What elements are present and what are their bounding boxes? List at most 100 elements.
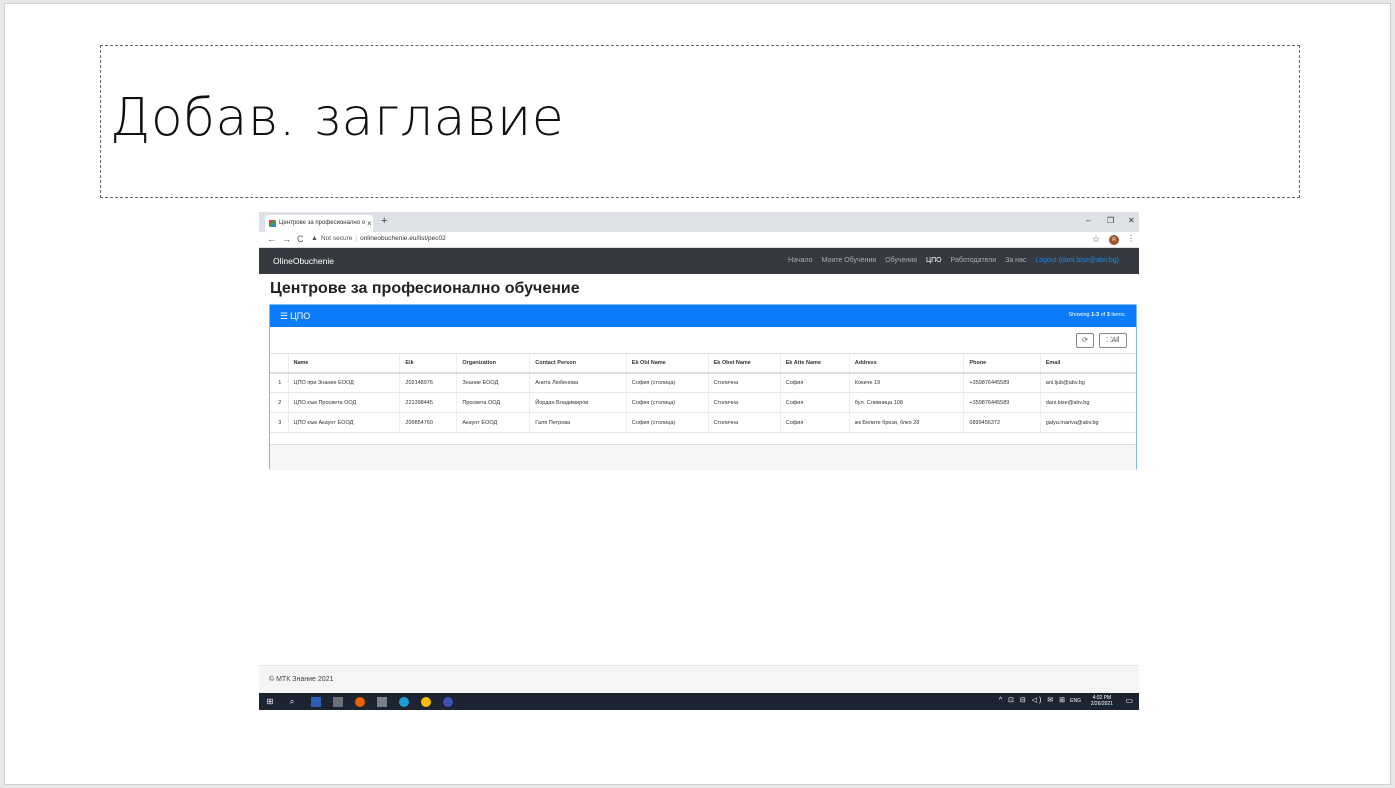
slide: Добав. заглавие Центрове за професионалн…: [4, 3, 1391, 785]
browser-app-icon[interactable]: [443, 697, 453, 707]
col-header-index: [270, 353, 288, 374]
list-icon: ☰: [280, 311, 289, 321]
app-navbar: OlineObuchenie Начало Моите Обучения Обу…: [259, 248, 1139, 274]
grid-summary: Showing 1-3 of 3 items.: [1068, 312, 1126, 318]
favicon-icon: [269, 220, 276, 227]
windows-taskbar: ⊞ ⌕ ^ ⊡ ⊟ ◁) ✉ ⊞ ENG 4:02 PM 2/26/2021 ▭: [259, 693, 1139, 710]
nav-links: Начало Моите Обучения Обучения ЦПО Работ…: [781, 257, 1119, 264]
search-icon[interactable]: ⌕: [287, 697, 297, 707]
calculator-icon[interactable]: [333, 697, 343, 707]
url-field[interactable]: ▲ Not secure | onlineobuchenie.eu/list/pec0…: [311, 235, 446, 242]
table-cell: 1: [270, 372, 288, 393]
edge-icon[interactable]: [399, 697, 409, 707]
col-header-name[interactable]: Name: [287, 353, 400, 374]
table-cell: ЦПО при Знание ЕООД: [287, 372, 400, 393]
table-cell: 2: [270, 392, 288, 413]
table-cell: Столична: [707, 392, 781, 413]
nav-link-about[interactable]: За нас: [1005, 257, 1026, 264]
security-label: Not secure: [320, 235, 353, 242]
table-cell: 221398445: [399, 392, 457, 413]
warning-icon: ▲: [311, 235, 318, 242]
table-cell: Столична: [707, 372, 781, 393]
refresh-button[interactable]: ⟳: [1076, 333, 1094, 348]
table-cell: 0899456372: [963, 412, 1041, 433]
close-tab-icon[interactable]: ×: [367, 219, 372, 228]
table-row[interactable]: 1 ЦПО при Знание ЕООД 202148976 Знание ЕООД…: [270, 372, 1136, 393]
app-icon[interactable]: [377, 697, 387, 707]
table-cell: София: [779, 412, 850, 433]
table-cell: София (столица): [625, 372, 709, 393]
word-icon[interactable]: [311, 697, 321, 707]
bookmark-star-icon[interactable]: ☆: [1092, 234, 1100, 245]
table-cell: Йордан Владимиров: [529, 392, 627, 413]
table-cell: бул. Сливница 108: [848, 392, 964, 413]
profile-avatar[interactable]: R: [1109, 235, 1119, 245]
minimize-icon[interactable]: –: [1086, 216, 1090, 225]
col-header-phone[interactable]: Phone: [963, 353, 1041, 374]
col-header-atte[interactable]: Ek Atte Name: [779, 353, 850, 374]
data-table: Name Eik Organization Contact Person Ek …: [270, 353, 1136, 433]
nav-link-cpo[interactable]: ЦПО: [926, 257, 942, 264]
page-title: Центрове за професионално обучение: [270, 280, 580, 297]
browser-tab[interactable]: Центрове за професионално о ×: [265, 215, 373, 232]
table-cell: София (столица): [625, 392, 709, 413]
table-cell: София: [779, 392, 850, 413]
table-cell: ЦПО към Акаунт ЕООД: [287, 412, 400, 433]
table-cell: Акаунт ЕООД: [456, 412, 530, 433]
table-cell: жк Белите брези, блко 28: [848, 412, 964, 433]
system-tray-icons[interactable]: ^ ⊡ ⊟ ◁) ✉ ⊞: [999, 696, 1067, 704]
table-cell: София (столица): [625, 412, 709, 433]
table-cell: Столична: [707, 412, 781, 433]
tab-title: Центрове за професионално о: [279, 220, 366, 226]
table-cell: София: [779, 372, 850, 393]
url-text: onlineobuchenie.eu/list/pec02: [360, 235, 446, 242]
col-header-eik[interactable]: Eik: [399, 353, 457, 374]
nav-link-trainings[interactable]: Обучения: [885, 257, 917, 264]
slide-title[interactable]: Добав. заглавие: [110, 88, 564, 148]
table-header-row: Name Eik Organization Contact Person Ek …: [270, 353, 1136, 374]
notification-icon[interactable]: ▭: [1125, 696, 1133, 705]
clock[interactable]: 4:02 PM 2/26/2021: [1091, 695, 1113, 707]
forward-icon[interactable]: →: [282, 234, 291, 244]
menu-kebab-icon[interactable]: ⋮: [1127, 234, 1135, 243]
restore-icon[interactable]: ❐: [1107, 216, 1114, 225]
address-bar: ← → C ▲ Not secure | onlineobuchenie.eu/lis…: [259, 232, 1139, 248]
browser-tab-bar: Центрове за професионално о × + – ❐ ✕: [259, 212, 1139, 232]
screenshot-image: Центрове за професионално о × + – ❐ ✕ ← …: [259, 212, 1139, 710]
windows-start-icon[interactable]: ⊞: [265, 697, 275, 707]
panel-header: ☰ ЦПО Showing 1-3 of 3 items.: [270, 305, 1136, 327]
table-row[interactable]: 2 ЦПО към Просвета ООД 221398445 Просвета О…: [270, 392, 1136, 413]
col-header-email[interactable]: Email: [1039, 353, 1136, 374]
chrome-icon[interactable]: [421, 697, 431, 707]
col-header-obst[interactable]: Ek Obst Name: [707, 353, 781, 374]
table-row[interactable]: 3 ЦПО към Акаунт ЕООД 209854760 Акаунт ЕООД…: [270, 412, 1136, 433]
col-header-address[interactable]: Address: [848, 353, 964, 374]
table-cell: Знание ЕООД: [456, 372, 530, 393]
show-all-button[interactable]: ⛶All: [1099, 333, 1127, 348]
panel-title: ЦПО: [290, 311, 311, 321]
table-cell: 209854760: [399, 412, 457, 433]
copyright-text: © МТК Знание 2021: [269, 676, 334, 683]
nav-link-employers[interactable]: Работодатели: [951, 257, 997, 264]
nav-link-home[interactable]: Начало: [788, 257, 812, 264]
table-cell: Анита Любенова: [529, 372, 627, 393]
table-cell: +359876445589: [963, 372, 1041, 393]
table-cell: +359876445589: [963, 392, 1041, 413]
col-header-contact[interactable]: Contact Person: [529, 353, 627, 374]
table-cell: 202148976: [399, 372, 457, 393]
new-tab-button[interactable]: +: [381, 215, 387, 227]
col-header-obl[interactable]: Ek Obl Name: [625, 353, 709, 374]
back-icon[interactable]: ←: [267, 234, 276, 244]
reload-icon[interactable]: C: [297, 234, 304, 244]
logout-link[interactable]: Logout (dani.bise@abv.bg): [1035, 257, 1119, 264]
table-cell: galya.mariva@abv.bg: [1039, 412, 1136, 433]
col-header-organization[interactable]: Organization: [456, 353, 530, 374]
table-cell: Кокиче 19: [848, 372, 964, 393]
brand-link[interactable]: OlineObuchenie: [273, 256, 334, 266]
close-window-icon[interactable]: ✕: [1128, 216, 1135, 225]
language-indicator[interactable]: ENG: [1070, 698, 1081, 704]
title-placeholder[interactable]: Добав. заглавие: [100, 45, 1300, 198]
nav-link-my-trainings[interactable]: Моите Обучения: [822, 257, 877, 264]
firefox-icon[interactable]: [355, 697, 365, 707]
page-footer: © МТК Знание 2021: [259, 665, 1139, 693]
